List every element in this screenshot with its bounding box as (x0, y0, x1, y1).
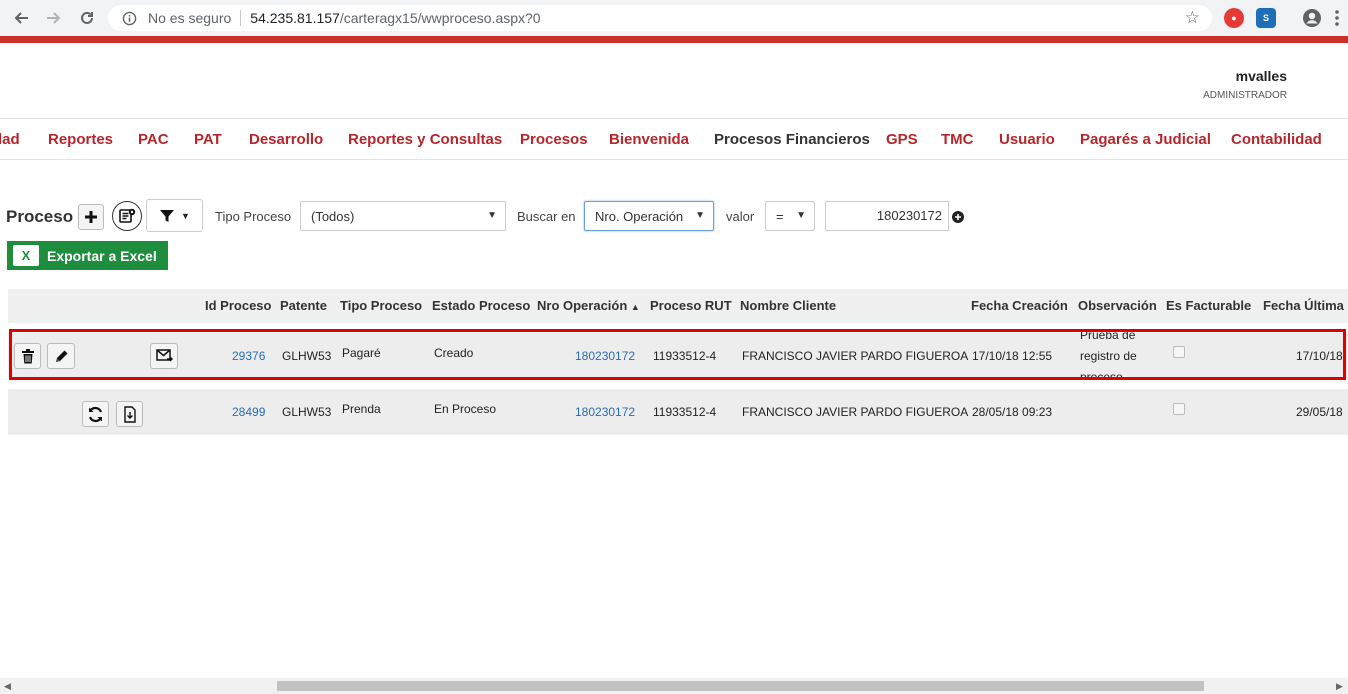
url-host: 54.235.81.157 (250, 10, 340, 26)
filter-icon (160, 209, 175, 222)
buscar-en-value: Nro. Operación (595, 208, 684, 224)
valor-label: valor (726, 209, 755, 224)
table-row: 28499 GLHW53 Prenda En Proceso 180230172… (8, 389, 1348, 435)
col-estado-proceso[interactable]: Estado Proceso (432, 298, 530, 313)
col-nombre-cliente[interactable]: Nombre Cliente (740, 298, 836, 313)
user-info: mvalles ADMINISTRADOR (1203, 68, 1287, 101)
cell-patente: GLHW53 (282, 405, 332, 419)
buscar-en-label: Buscar en (517, 209, 576, 224)
chevron-down-icon: ▼ (695, 210, 705, 221)
cell-proceso-rut: 11933512-4 (653, 405, 717, 419)
col-patente[interactable]: Patente (280, 298, 327, 313)
cell-tipo-proceso: Prenda (342, 402, 381, 416)
url-path: /carteragx15/wwproceso.aspx?0 (339, 10, 541, 26)
buscar-en-select[interactable]: Nro. Operación ▼ (584, 201, 714, 231)
address-bar[interactable]: No es seguro 54.235.81.157/carteragx15/w… (108, 5, 1212, 31)
info-icon[interactable] (116, 11, 142, 26)
bookmark-star-icon[interactable]: ☆ (1185, 8, 1200, 28)
menu-item-lad[interactable]: lad (0, 131, 20, 148)
add-filter-icon[interactable] (952, 210, 964, 228)
settings-list-button[interactable] (112, 201, 142, 231)
cell-id-proceso[interactable]: 28499 (232, 405, 265, 419)
scrollbar-thumb[interactable] (277, 681, 1204, 691)
divider (240, 10, 242, 26)
menu-item-pagares-judicial[interactable]: Pagarés a Judicial (1080, 131, 1211, 148)
col-fecha-ultima[interactable]: Fecha Última (1263, 298, 1344, 313)
col-id-proceso[interactable]: Id Proceso (205, 298, 271, 313)
menu-item-pac[interactable]: PAC (138, 131, 169, 148)
chevron-down-icon: ▼ (796, 210, 806, 221)
browser-toolbar: No es seguro 54.235.81.157/carteragx15/w… (0, 0, 1348, 36)
browser-menu-icon[interactable] (1325, 6, 1348, 30)
tipo-proceso-label: Tipo Proceso (215, 209, 292, 224)
user-role: ADMINISTRADOR (1203, 90, 1287, 101)
sort-asc-icon: ▲ (630, 302, 640, 312)
horizontal-scrollbar[interactable]: ◀ ▶ (0, 678, 1348, 694)
menu-item-bienvenida[interactable]: Bienvenida (609, 131, 689, 148)
tipo-proceso-value: (Todos) (311, 208, 355, 224)
extension-red-icon[interactable]: ● (1224, 8, 1244, 28)
add-button[interactable] (78, 204, 104, 230)
col-nro-operacion[interactable]: Nro Operación ▲ (537, 298, 640, 313)
security-status: No es seguro (148, 10, 232, 26)
col-proceso-rut[interactable]: Proceso RUT (650, 298, 732, 313)
search-value-input[interactable]: 180230172 (825, 201, 949, 231)
forward-icon[interactable] (42, 6, 66, 30)
caret-down-icon: ▼ (181, 210, 190, 221)
col-tipo-proceso[interactable]: Tipo Proceso (340, 298, 422, 313)
menu-item-reportes[interactable]: Reportes (48, 131, 113, 148)
menu-item-contabilidad[interactable]: Contabilidad (1231, 131, 1322, 148)
filter-dropdown-button[interactable]: ▼ (146, 199, 203, 232)
menu-item-usuario[interactable]: Usuario (999, 131, 1055, 148)
col-fecha-creacion[interactable]: Fecha Creación (971, 298, 1068, 313)
export-excel-label: Exportar a Excel (47, 247, 157, 264)
col-nro-operacion-label: Nro Operación (537, 298, 628, 313)
cell-fecha-ultima: 29/05/18 (1296, 405, 1343, 419)
col-observacion[interactable]: Observación (1078, 298, 1157, 313)
reload-icon[interactable] (75, 6, 99, 30)
scroll-left-icon[interactable]: ◀ (4, 681, 11, 692)
cell-nombre-cliente: FRANCISCO JAVIER PARDO FIGUEROA (742, 405, 969, 419)
tipo-proceso-select[interactable]: (Todos) ▼ (300, 201, 506, 231)
cell-estado-proceso: En Proceso (434, 402, 497, 416)
account-icon[interactable] (1300, 6, 1324, 30)
selection-highlight (9, 329, 1346, 380)
refresh-icon (88, 406, 103, 422)
menu-item-pat[interactable]: PAT (194, 131, 222, 148)
menu-item-gps[interactable]: GPS (886, 131, 918, 148)
main-menu: lad Reportes PAC PAT Desarrollo Reportes… (0, 118, 1348, 160)
cell-fecha-creacion: 28/05/18 09:23 (972, 405, 1053, 419)
menu-item-procesos[interactable]: Procesos (520, 131, 588, 148)
menu-item-reportes-consultas[interactable]: Reportes y Consultas (348, 131, 502, 148)
plus-icon (85, 211, 97, 223)
facturable-checkbox[interactable] (1173, 403, 1185, 415)
cell-nro-operacion[interactable]: 180230172 (575, 405, 635, 419)
refresh-button[interactable] (82, 401, 109, 427)
export-excel-button[interactable]: X Exportar a Excel (7, 241, 168, 270)
user-name[interactable]: mvalles (1203, 68, 1287, 84)
menu-item-procesos-financieros[interactable]: Procesos Financieros (714, 131, 870, 148)
col-es-facturable[interactable]: Es Facturable (1166, 298, 1251, 313)
brand-bar (0, 36, 1348, 43)
page-title: Proceso (6, 207, 74, 226)
extension-blue-icon[interactable]: S (1256, 8, 1276, 28)
excel-icon: X (13, 245, 39, 266)
chevron-down-icon: ▼ (487, 210, 497, 221)
menu-item-desarrollo[interactable]: Desarrollo (249, 131, 323, 148)
grid-header: Id Proceso Patente Tipo Proceso Estado P… (8, 289, 1348, 323)
back-icon[interactable] (9, 6, 33, 30)
menu-item-tmc[interactable]: TMC (941, 131, 974, 148)
document-download-icon (123, 405, 136, 423)
scroll-right-icon[interactable]: ▶ (1336, 681, 1343, 692)
download-document-button[interactable] (116, 401, 143, 427)
operator-value: = (776, 208, 784, 224)
operator-select[interactable]: = ▼ (765, 201, 815, 231)
gear-list-icon (119, 208, 136, 223)
